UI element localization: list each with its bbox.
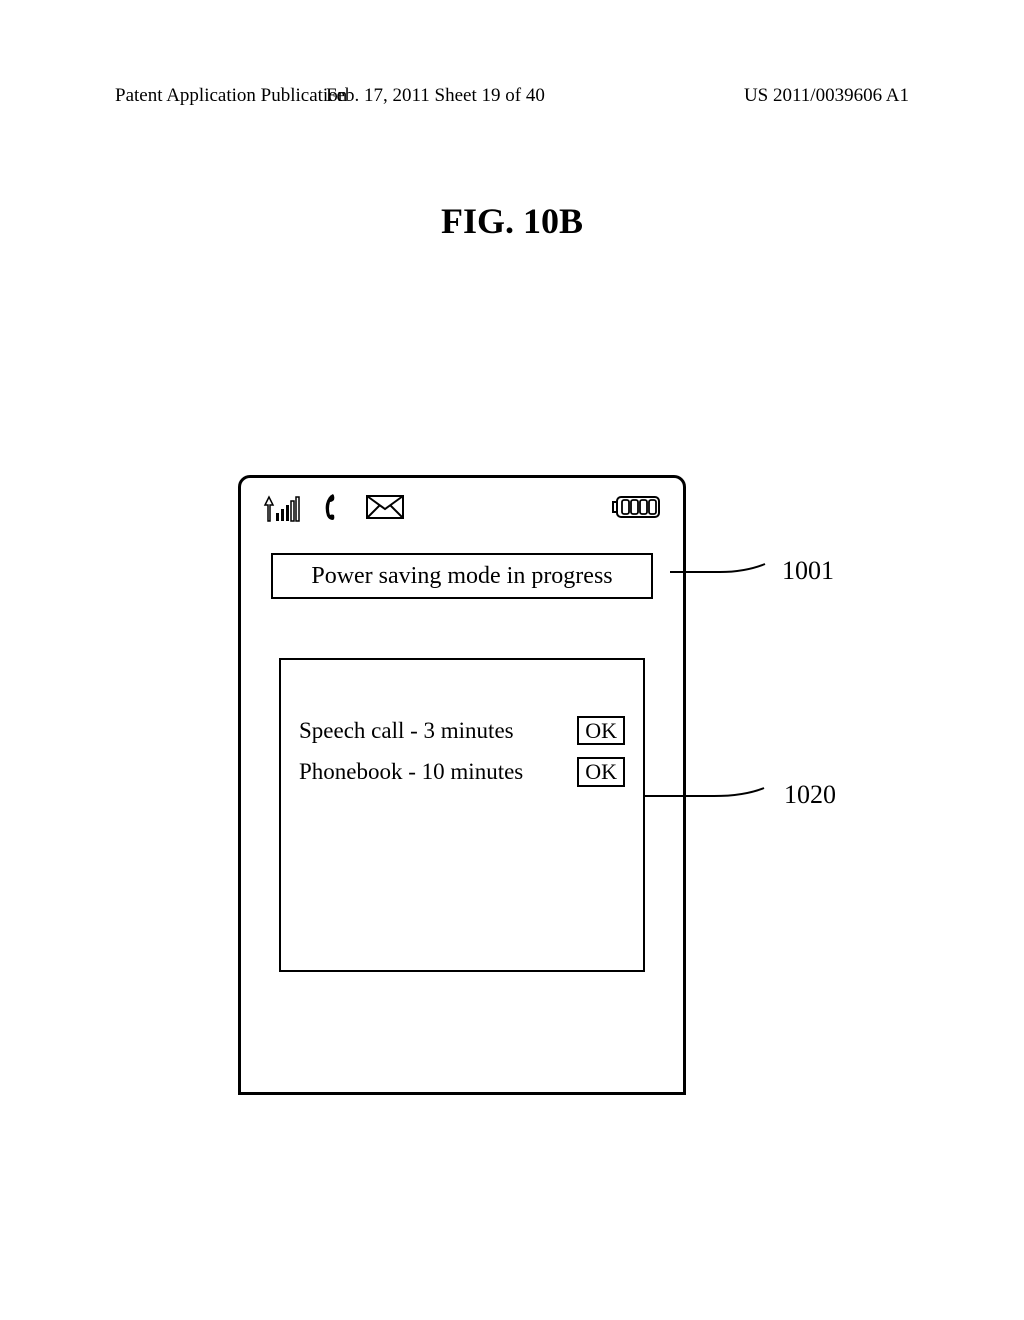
figure-title: FIG. 10B [441,200,583,242]
phone-icon [321,492,343,527]
mode-title-text: Power saving mode in progress [311,563,612,590]
battery-icon [611,495,661,524]
ok-button[interactable]: OK [577,716,625,745]
callout-1020: 1020 [784,780,836,810]
status-bar [263,493,661,525]
mode-title-box: Power saving mode in progress [271,553,653,599]
page-header: Patent Application Publication Feb. 17, … [115,85,909,107]
phonebook-label: Phonebook - 10 minutes [299,759,577,785]
envelope-icon [365,494,405,525]
header-center-text: Feb. 17, 2011 Sheet 19 of 40 [326,85,545,107]
leader-line-1020 [644,796,764,798]
phone-frame: Power saving mode in progress Speech cal… [238,475,686,1095]
speech-call-label: Speech call - 3 minutes [299,718,577,744]
callout-1001: 1001 [782,556,834,586]
list-item: Phonebook - 10 minutes OK [281,751,643,792]
ok-button[interactable]: OK [577,757,625,786]
signal-icon [263,495,303,523]
header-left-text: Patent Application Publication [115,85,347,107]
list-item: Speech call - 3 minutes OK [281,710,643,751]
leader-line-1001 [670,572,765,574]
content-box: Speech call - 3 minutes OK Phonebook - 1… [279,658,645,972]
header-right-text: US 2011/0039606 A1 [744,85,909,107]
